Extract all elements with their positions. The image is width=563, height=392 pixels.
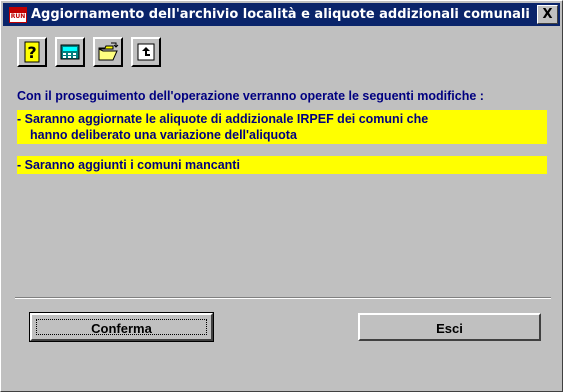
window-title: Aggiornamento dell'archivio località e a… [31,7,530,22]
note-update-rates: - Saranno aggiornate le aliquote di addi… [17,110,547,144]
exit-button[interactable]: Esci [358,313,541,341]
message-panel: Con il proseguimento dell'operazione ver… [17,89,547,186]
import-button[interactable] [131,37,161,67]
close-button[interactable]: X [537,5,558,24]
help-icon: ? [24,41,40,63]
svg-text:?: ? [27,43,36,62]
help-button[interactable]: ? [17,37,47,67]
note-add-municipalities: - Saranno aggiunti i comuni mancanti [17,156,547,174]
calculator-button[interactable] [55,37,85,67]
note-update-rates-line1: - Saranno aggiornate le aliquote di addi… [17,112,429,126]
calculator-icon [60,44,80,60]
dialog-window: RUN Aggiornamento dell'archivio località… [0,0,563,392]
separator [15,297,551,299]
confirm-button-label: Conferma [91,321,152,336]
exit-button-label: Esci [436,321,463,336]
confirm-button[interactable]: Conferma [29,312,214,342]
open-folder-button[interactable] [93,37,123,67]
import-icon [137,43,155,61]
app-icon: RUN [9,7,27,23]
note-update-rates-line2: hanno deliberato una variazione dell'ali… [30,128,297,142]
open-folder-icon [98,42,119,61]
title-bar[interactable]: RUN Aggiornamento dell'archivio località… [3,3,560,26]
intro-text: Con il proseguimento dell'operazione ver… [17,89,484,103]
